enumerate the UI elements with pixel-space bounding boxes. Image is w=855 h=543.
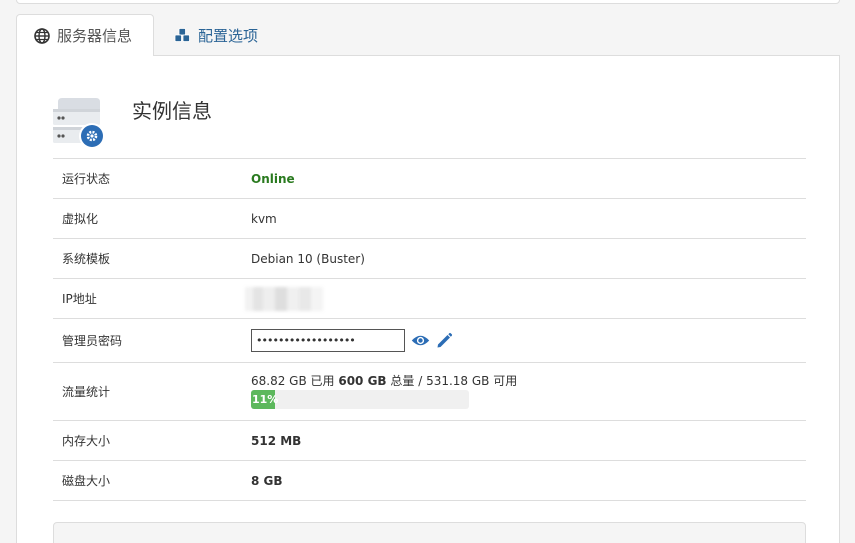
table-row-ip: IP地址 [53,278,806,319]
traffic-available: 531.18 GB [426,374,490,388]
traffic-label: 流量统计 [53,362,242,421]
tab-bar: 服务器信息 配置选项 [16,14,840,57]
table-row-disk: 磁盘大小 8 GB [53,460,806,501]
password-field[interactable] [251,329,405,352]
table-row-memory: 内存大小 512 MB [53,420,806,461]
table-row-password: 管理员密码 [53,318,806,363]
disk-label: 磁盘大小 [53,460,242,501]
traffic-progress: 11% [251,390,469,409]
table-row-status: 运行状态 Online [53,158,806,199]
cubes-icon [174,27,191,43]
template-value: Debian 10 (Buster) [242,238,806,279]
tab-server-info-label: 服务器信息 [57,27,133,45]
tab-config[interactable]: 配置选项 [174,14,258,56]
virtualization-label: 虚拟化 [53,198,242,239]
pencil-icon[interactable] [436,332,453,349]
traffic-total-suffix: 总量 / [386,374,427,388]
table-row-template: 系统模板 Debian 10 (Buster) [53,238,806,279]
traffic-available-suffix: 可用 [489,374,518,388]
status-value: Online [251,171,295,186]
tab-config-label: 配置选项 [198,26,259,45]
virtualization-value: kvm [242,198,806,239]
instance-info-table: 运行状态 Online 虚拟化 kvm 系统模板 Debian 10 (Bust… [53,158,806,501]
ip-label: IP地址 [53,278,242,319]
top-panel [16,0,840,4]
memory-label: 内存大小 [53,420,242,461]
table-row-traffic: 流量统计 68.82 GB 已用 600 GB 总量 / 531.18 GB 可… [53,362,806,421]
server-gear-icon [52,94,108,150]
disk-value: 8 GB [251,473,283,488]
traffic-used: 68.82 GB [251,374,307,388]
ip-value-redacted [245,286,323,311]
traffic-used-suffix: 已用 [306,374,339,388]
bottom-panel [53,522,806,543]
template-label: 系统模板 [53,238,242,279]
eye-icon[interactable] [411,334,430,347]
password-label: 管理员密码 [53,318,242,363]
page-title: 实例信息 [132,99,212,123]
tab-server-info[interactable]: 服务器信息 [16,14,154,57]
globe-icon [34,27,50,44]
traffic-progress-bar: 11% [251,390,278,409]
table-row-virtualization: 虚拟化 kvm [53,198,806,239]
traffic-summary: 68.82 GB 已用 600 GB 总量 / 531.18 GB 可用 [251,374,806,388]
memory-value: 512 MB [251,433,302,448]
tab-content-panel: 实例信息 运行状态 Online 虚拟化 kvm 系统模板 Debian 10 … [16,56,840,543]
traffic-total: 600 GB [338,374,387,388]
status-label: 运行状态 [53,158,242,199]
